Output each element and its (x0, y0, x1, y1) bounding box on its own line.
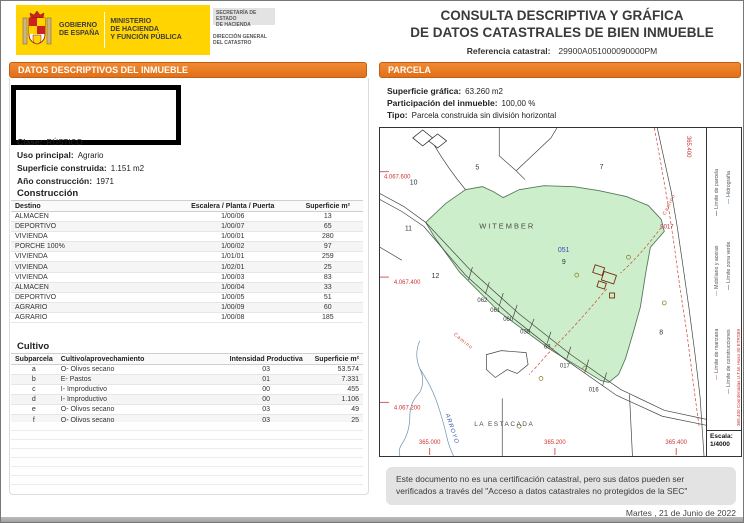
parcel-051: 051 (558, 247, 570, 254)
construccion-heading: Construcción (17, 188, 78, 199)
witember-label: WITEMBER (479, 221, 535, 230)
col-cultivo: Cultivo/aprovechamiento (57, 354, 222, 365)
disclaimer-note: Este documento no es una certificación c… (386, 467, 736, 505)
map-legend: —Límite de parcela —Hidrografía —Mobilia… (706, 128, 741, 456)
ministerio-label: MINISTERIO DE HACIENDA Y FUNCIÓN PÚBLICA (105, 18, 186, 42)
escala-label: Escala: (710, 433, 741, 441)
legend-limite-manzana: —Límite de manzana (714, 329, 720, 380)
cultivo-table: Subparcela Cultivo/aprovechamiento Inten… (11, 353, 363, 426)
superficie-grafica-field: Superficie gráfica:63.260 m2 (387, 86, 503, 96)
table-row: DEPORTIVO1/00/0765 (11, 222, 363, 232)
bottom-edge-strip (1, 517, 744, 523)
referencia-catastral: Referencia catastral: 29900A051000090000P… (383, 46, 741, 56)
map-scale: Escala: 1/4000 (707, 430, 741, 456)
subparcel-016: 016 (589, 387, 600, 393)
table-row: PORCHE 100%1/00/0297 (11, 242, 363, 252)
coord-365400: 365.400 (665, 440, 687, 446)
empty-table-rows (11, 422, 363, 488)
participacion-field: Participación del inmueble:100,00 % (387, 98, 535, 108)
title-line1: CONSULTA DESCRIPTIVA Y GRÁFICA (383, 7, 741, 24)
superficie-construida-field: Superficie construida:1.151 m2 (17, 163, 144, 173)
anio-construccion-field: Año construcción:1971 (17, 176, 114, 186)
subparcel-038: 038 (520, 330, 531, 336)
cadastral-map: 4.067.600 4.067.400 4.067.200 365.000 36… (380, 128, 706, 456)
subparcel-017: 017 (560, 364, 571, 370)
table-row: ALMACEN1/00/0613 (11, 212, 363, 222)
cadastral-document: GOBIERNO DE ESPAÑA MINISTERIO DE HACIEND… (0, 0, 744, 523)
legend-limite-construcciones: —Límite de construcciones (726, 329, 732, 394)
coord-365200: 365.200 (544, 440, 566, 446)
parcel-11: 11 (405, 225, 412, 232)
legend-coords-utm: 365.400 Coordenadas U.T.M. Huso 30 ETRS8… (736, 329, 741, 426)
col-intensidad: Intensidad Productiva (222, 354, 310, 365)
arroyo-label: ARROYO (443, 412, 459, 445)
legend-hidrografia: —Hidrografía (726, 171, 732, 204)
col-superficie: Superficie m² (293, 201, 363, 212)
parcel-9017: 9017 (660, 224, 674, 230)
table-row: VIVIENDA1/01/01259 (11, 252, 363, 262)
subparcel-68: 68 (544, 345, 551, 351)
clase-field: Clase:RÚSTICO (17, 137, 83, 147)
parcel-10: 10 (410, 180, 418, 187)
legend-zona-verde: —Límite zona verde (726, 242, 732, 290)
coord-right-edge: 365.400 (685, 136, 691, 158)
parcel-8: 8 (659, 330, 663, 337)
table-row: cI- Improductivo00455 (11, 385, 363, 395)
escala-value: 1/4000 (710, 441, 741, 449)
legend-mobiliario: —Mobiliario y aceras (714, 246, 720, 296)
legend-limite-parcela: —Límite de parcela (714, 169, 720, 216)
spain-coat-of-arms-icon (20, 8, 54, 52)
cultivo-heading: Cultivo (17, 341, 49, 352)
coord-4067200: 4.067.200 (394, 405, 421, 411)
col-subparcela: Subparcela (11, 354, 57, 365)
table-row: AGRARIO1/00/08185 (11, 312, 363, 322)
document-title: CONSULTA DESCRIPTIVA Y GRÁFICA DE DATOS … (383, 7, 741, 41)
la-estacada-label: LA ESTACADA (474, 421, 534, 428)
referencia-label: Referencia catastral: (467, 46, 551, 56)
table-row: aO- Olivos secano0353.574 (11, 365, 363, 375)
table-row: VIVIENDA1/02/0125 (11, 262, 363, 272)
table-row: AGRARIO1/00/0960 (11, 302, 363, 312)
col-destino: Destino (11, 201, 173, 212)
coord-4067600: 4.067.600 (384, 175, 411, 181)
camino-label-bottom: Camino (452, 332, 473, 351)
building-cluster-top (413, 130, 447, 148)
parcel-12: 12 (432, 273, 440, 280)
table-row: ALMACEN1/00/0433 (11, 282, 363, 292)
col-superficie-cultivo: Superficie m² (310, 354, 363, 365)
redacted-address-box (11, 85, 181, 145)
table-row: bE- Pastos017.331 (11, 375, 363, 385)
referencia-value: 29900A051000090000PM (558, 46, 657, 56)
section-bar-inmueble: DATOS DESCRIPTIVOS DEL INMUEBLE (9, 62, 367, 78)
subparcel-061: 061 (490, 308, 501, 314)
title-line2: DE DATOS CATASTRALES DE BIEN INMUEBLE (383, 24, 741, 41)
uso-field: Uso principal:Agrario (17, 150, 103, 160)
tipo-field: Tipo:Parcela construida sin división hor… (387, 110, 556, 120)
gobierno-label: GOBIERNO DE ESPAÑA (54, 22, 104, 38)
col-escalera: Escalera / Planta / Puerta (173, 201, 293, 212)
parcel-5: 5 (475, 165, 479, 172)
subparcel-060: 060 (503, 317, 514, 323)
construccion-table: Destino Escalera / Planta / Puerta Super… (11, 200, 363, 323)
cultivo-table-wrap: Subparcela Cultivo/aprovechamiento Inten… (11, 353, 363, 426)
government-banner: GOBIERNO DE ESPAÑA MINISTERIO DE HACIEND… (16, 5, 210, 55)
construccion-table-wrap: Destino Escalera / Planta / Puerta Super… (11, 200, 363, 323)
subparcel-062: 062 (477, 298, 488, 304)
table-row: DEPORTIVO1/00/0551 (11, 292, 363, 302)
parcel-051-polygon (426, 186, 665, 383)
table-row: eO- Olivos secano0349 (11, 405, 363, 415)
table-row: VIVIENDA1/00/01280 (11, 232, 363, 242)
direccion-label: DIRECCIÓN GENERAL DEL CATASTRO (213, 34, 275, 46)
coord-4067400: 4.067.400 (394, 280, 421, 286)
parcel-9: 9 (562, 259, 566, 266)
secretaria-label: SECRETARÍA DE ESTADO DE HACIENDA (213, 8, 275, 25)
coord-365000: 365.000 (419, 440, 441, 446)
section-bar-parcela: PARCELA (379, 62, 741, 78)
parcel-7: 7 (600, 164, 604, 171)
table-row: dI- Improductivo001.106 (11, 395, 363, 405)
stream-lines (399, 341, 453, 456)
cadastral-map-frame: 4.067.600 4.067.400 4.067.200 365.000 36… (379, 127, 742, 457)
table-row: VIVIENDA1/00/0383 (11, 272, 363, 282)
